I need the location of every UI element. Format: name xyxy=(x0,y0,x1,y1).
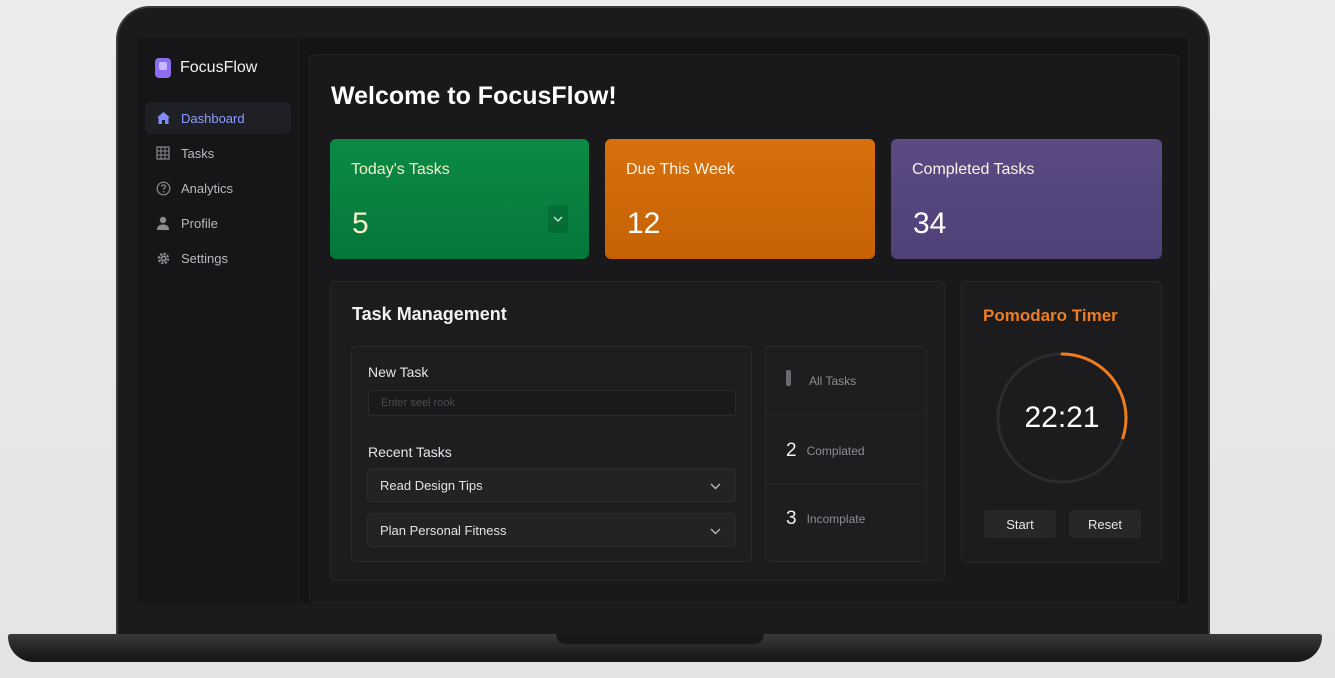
stat-value: 5 xyxy=(352,207,369,240)
task-management-panel: Task Management New Task Recent Tasks Re… xyxy=(330,281,945,581)
sidebar-item-dashboard[interactable]: Dashboard xyxy=(145,102,291,134)
laptop-notch xyxy=(556,634,764,644)
filter-completed[interactable]: 2 Complated xyxy=(766,417,926,485)
start-button[interactable]: Start xyxy=(984,510,1056,538)
grid-icon xyxy=(155,145,171,161)
recent-task-item[interactable]: Plan Personal Fitness xyxy=(367,513,736,547)
filter-label: Incomplate xyxy=(806,512,866,526)
chevron-down-icon[interactable] xyxy=(548,205,568,233)
filter-indicator-icon xyxy=(786,369,791,386)
reset-button[interactable]: Reset xyxy=(1069,510,1141,538)
task-management-title: Task Management xyxy=(352,304,507,324)
user-icon xyxy=(155,215,171,231)
filter-label: Complated xyxy=(806,443,865,458)
task-filter-list: All Tasks 2 Complated 3 Incomplate xyxy=(765,346,927,562)
sidebar-item-label: Dashboard xyxy=(181,110,245,126)
home-icon xyxy=(155,110,171,126)
task-form: New Task Recent Tasks Read Design Tips P… xyxy=(351,346,752,562)
brand-name: FocusFlow xyxy=(180,59,258,76)
stat-value: 34 xyxy=(913,207,947,240)
app-screen: FocusFlow Dashboard Tasks Analytics Prof… xyxy=(137,38,1187,603)
sidebar-item-label: Profile xyxy=(181,215,218,231)
stat-card-completed-tasks[interactable]: Completed Tasks 34 xyxy=(891,139,1162,259)
recent-task-label: Read Design Tips xyxy=(380,477,483,493)
new-task-label: New Task xyxy=(368,364,429,380)
chevron-down-icon[interactable] xyxy=(710,523,721,538)
recent-task-item[interactable]: Read Design Tips xyxy=(367,468,736,502)
timer-display: 22:21 xyxy=(1024,401,1100,434)
sidebar: FocusFlow Dashboard Tasks Analytics Prof… xyxy=(137,38,299,603)
help-circle-icon xyxy=(155,180,171,196)
filter-label: All Tasks xyxy=(809,373,857,388)
timer-title: Pomodaro Timer xyxy=(983,306,1118,325)
brand-logo-icon xyxy=(155,58,171,78)
sidebar-item-settings[interactable]: Settings xyxy=(145,242,291,274)
stat-card-todays-tasks[interactable]: Today's Tasks 5 xyxy=(330,139,589,259)
brand[interactable]: FocusFlow xyxy=(155,58,257,78)
filter-incomplete[interactable]: 3 Incomplate xyxy=(766,485,926,553)
sidebar-item-label: Tasks xyxy=(181,145,215,161)
sidebar-item-profile[interactable]: Profile xyxy=(145,207,291,239)
sidebar-item-analytics[interactable]: Analytics xyxy=(145,172,291,204)
chevron-down-icon[interactable] xyxy=(710,478,721,493)
stat-label: Completed Tasks xyxy=(912,161,1035,178)
sidebar-nav: Dashboard Tasks Analytics Profile Settin… xyxy=(145,102,291,277)
stat-label: Due This Week xyxy=(626,161,735,178)
page-title: Welcome to FocusFlow! xyxy=(331,82,617,110)
recent-tasks-label: Recent Tasks xyxy=(368,444,452,460)
sidebar-item-label: Analytics xyxy=(181,180,234,196)
filter-all-tasks[interactable]: All Tasks xyxy=(766,347,926,415)
new-task-input[interactable] xyxy=(368,390,736,416)
recent-task-label: Plan Personal Fitness xyxy=(380,522,507,538)
sidebar-item-label: Settings xyxy=(181,250,228,266)
gear-icon xyxy=(155,250,171,266)
filter-count: 3 xyxy=(786,508,797,529)
stat-label: Today's Tasks xyxy=(351,161,450,178)
filter-count: 2 xyxy=(786,439,797,461)
sidebar-item-tasks[interactable]: Tasks xyxy=(145,137,291,169)
stat-value: 12 xyxy=(627,207,661,240)
stat-card-due-this-week[interactable]: Due This Week 12 xyxy=(605,139,875,259)
pomodoro-timer-panel: Pomodaro Timer 22:21 Start Reset xyxy=(961,281,1162,563)
